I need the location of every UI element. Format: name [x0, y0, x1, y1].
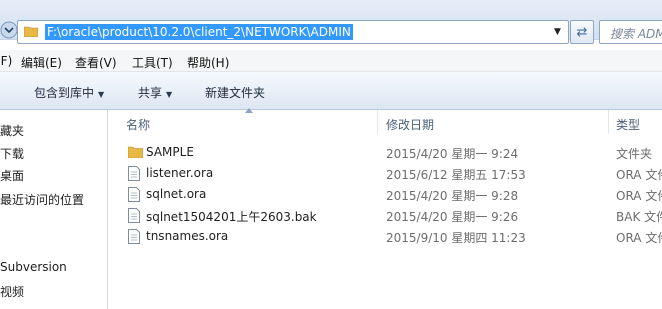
file-date: 2015/4/20 星期一 9:24: [386, 147, 519, 161]
share-button[interactable]: 共享 ▼: [138, 84, 172, 101]
nav-item-recent-places[interactable]: 最近访问的位置: [0, 191, 84, 208]
column-header-type[interactable]: 类型: [616, 116, 640, 140]
search-placeholder: 搜索 ADM: [610, 27, 662, 41]
address-bar-row: F:\oracle\product\10.2.0\client_2\NETWOR…: [0, 0, 662, 44]
file-date: 2015/4/20 星期一 9:28: [386, 189, 519, 203]
command-toolbar: 包含到库中 ▼ 共享 ▼ 新建文件夹: [0, 72, 662, 110]
file-name: SAMPLE: [146, 145, 194, 159]
nav-item-downloads[interactable]: 下载: [0, 145, 24, 162]
file-icon: [128, 208, 141, 223]
file-date: 2015/9/10 星期四 11:23: [386, 231, 526, 245]
file-type: ORA 文件: [616, 168, 662, 182]
sort-ascending-icon: [245, 108, 253, 113]
file-row[interactable]: sqlnet1504201上午2603.bak 2015/4/20 星期一 9:…: [108, 205, 662, 226]
menu-file[interactable]: (F): [0, 54, 12, 68]
column-divider[interactable]: [377, 110, 378, 134]
include-in-library-button[interactable]: 包含到库中 ▼: [34, 84, 104, 101]
menu-help[interactable]: 帮助(H): [187, 54, 229, 71]
nav-history-dropdown[interactable]: [0, 21, 18, 39]
column-divider[interactable]: [608, 110, 609, 134]
chevron-down-icon[interactable]: ▼: [554, 27, 561, 37]
file-row[interactable]: listener.ora 2015/6/12 星期五 17:53 ORA 文件: [108, 163, 662, 184]
file-date: 2015/4/20 星期一 9:26: [386, 210, 519, 224]
file-row[interactable]: SAMPLE 2015/4/20 星期一 9:24 文件夹: [108, 142, 662, 163]
new-folder-button[interactable]: 新建文件夹: [205, 84, 265, 101]
nav-item-desktop[interactable]: 桌面: [0, 167, 24, 184]
column-header-name[interactable]: 名称: [126, 116, 150, 140]
file-name: sqlnet.ora: [146, 187, 207, 201]
menu-tools[interactable]: 工具(T): [132, 54, 173, 71]
menu-view[interactable]: 查看(V): [75, 54, 117, 71]
nav-item-subversion[interactable]: Subversion: [0, 260, 67, 274]
file-icon: [128, 229, 141, 244]
navigation-pane: 藏夹 下载 桌面 最近访问的位置 Subversion 视频: [0, 110, 108, 309]
file-name: sqlnet1504201上午2603.bak: [146, 210, 317, 224]
file-row[interactable]: sqlnet.ora 2015/4/20 星期一 9:28 ORA 文件: [108, 184, 662, 205]
search-input[interactable]: 搜索 ADM: [599, 20, 662, 44]
nav-item-videos[interactable]: 视频: [0, 283, 24, 300]
address-field[interactable]: F:\oracle\product\10.2.0\client_2\NETWOR…: [17, 20, 569, 44]
folder-icon: [23, 25, 39, 38]
share-label: 共享: [138, 86, 163, 100]
file-row[interactable]: tnsnames.ora 2015/9/10 星期四 11:23 ORA 文件: [108, 226, 662, 247]
chevron-down-icon: ▼: [166, 90, 173, 99]
file-name: listener.ora: [146, 166, 214, 180]
file-type: ORA 文件: [616, 189, 662, 203]
nav-item-favorites[interactable]: 藏夹: [0, 122, 24, 139]
include-in-library-label: 包含到库中: [34, 86, 95, 100]
column-header-date[interactable]: 修改日期: [386, 116, 434, 140]
file-icon: [128, 187, 141, 202]
menu-bar: (F) 编辑(E) 查看(V) 工具(T) 帮助(H): [0, 50, 662, 72]
file-date: 2015/6/12 星期五 17:53: [386, 168, 526, 182]
file-type: ORA 文件: [616, 231, 662, 245]
refresh-icon: ⇄: [576, 24, 588, 40]
file-type: 文件夹: [616, 147, 653, 161]
address-path-text[interactable]: F:\oracle\product\10.2.0\client_2\NETWOR…: [45, 24, 353, 40]
refresh-button[interactable]: ⇄: [570, 20, 594, 44]
file-icon: [128, 166, 141, 181]
folder-icon: [127, 145, 144, 160]
file-type: BAK 文件: [616, 210, 662, 224]
file-name: tnsnames.ora: [146, 229, 229, 243]
chevron-down-icon: ▼: [98, 90, 105, 99]
menu-edit[interactable]: 编辑(E): [21, 54, 62, 71]
